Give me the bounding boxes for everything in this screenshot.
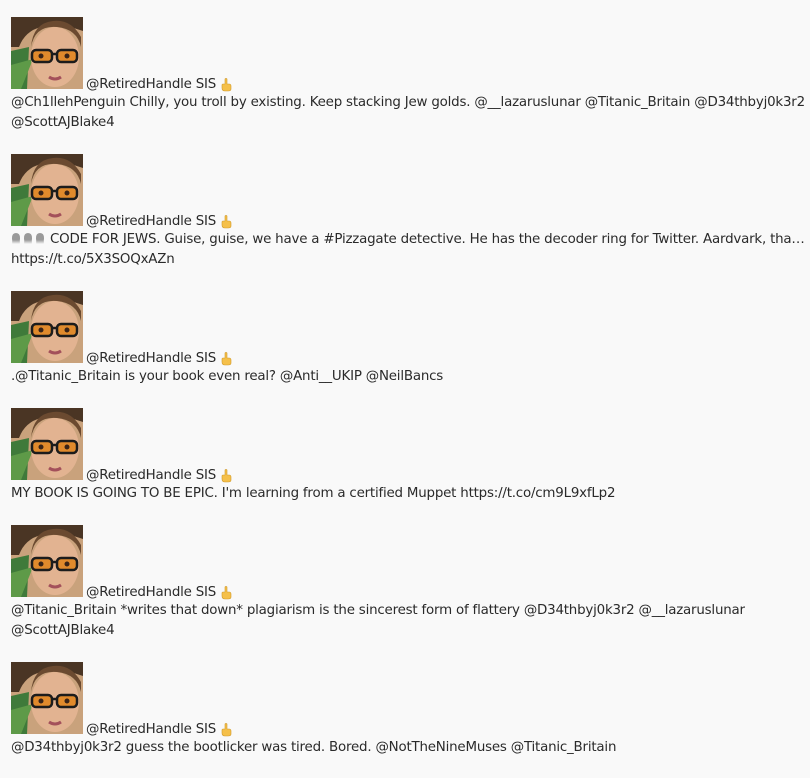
tweet-header: @RetiredHandle SIS [11, 524, 806, 600]
author-handle[interactable]: @RetiredHandle SIS [86, 351, 216, 366]
pointing-hand-icon [221, 585, 232, 599]
squid-icon [12, 233, 20, 244]
tweet-text: @D34thbyj0k3r2 guess the bootlicker was … [11, 738, 806, 758]
author-row: @RetiredHandle SIS [86, 214, 232, 229]
tweet-text: @Titanic_Britain *writes that down* plag… [11, 601, 806, 641]
avatar[interactable] [11, 17, 83, 89]
author-row: @RetiredHandle SIS [86, 351, 232, 366]
tweet-text-line: @Ch1llehPenguin Chilly, you troll by exi… [11, 95, 805, 110]
author-handle[interactable]: @RetiredHandle SIS [86, 722, 216, 737]
lead-icons [11, 233, 45, 244]
tweet-header: @RetiredHandle SIS [11, 407, 806, 483]
author-row: @RetiredHandle SIS [86, 77, 232, 92]
author-handle[interactable]: @RetiredHandle SIS [86, 77, 216, 92]
avatar[interactable] [11, 291, 83, 363]
author-handle[interactable]: @RetiredHandle SIS [86, 214, 216, 229]
tweet-item: @RetiredHandle SIS @Ch1llehPenguin Chill… [11, 16, 806, 133]
avatar[interactable] [11, 154, 83, 226]
tweet-text-line: CODE FOR JEWS. Guise, guise, we have a #… [50, 232, 805, 247]
tweet-text-line: MY BOOK IS GOING TO BE EPIC. I'm learnin… [11, 486, 616, 501]
tweet-header: @RetiredHandle SIS [11, 16, 806, 92]
tweet-text-line: @ScottAJBlake4 [11, 115, 115, 130]
tweet-text: @Ch1llehPenguin Chilly, you troll by exi… [11, 93, 806, 133]
tweet-header: @RetiredHandle SIS [11, 661, 806, 737]
author-handle[interactable]: @RetiredHandle SIS [86, 468, 216, 483]
tweet-item: @RetiredHandle SIS @Titanic_Britain *wri… [11, 524, 806, 641]
squid-icon [36, 233, 44, 244]
pointing-hand-icon [221, 351, 232, 365]
tweet-text-line: @D34thbyj0k3r2 guess the bootlicker was … [11, 740, 617, 755]
tweet-text: CODE FOR JEWS. Guise, guise, we have a #… [11, 230, 806, 270]
squid-icon [24, 233, 32, 244]
author-row: @RetiredHandle SIS [86, 722, 232, 737]
tweet-item: @RetiredHandle SIS MY BOOK IS GOING TO B… [11, 407, 806, 504]
tweet-text-line: @ScottAJBlake4 [11, 623, 115, 638]
tweet-text: .@Titanic_Britain is your book even real… [11, 367, 806, 387]
pointing-hand-icon [221, 468, 232, 482]
pointing-hand-icon [221, 722, 232, 736]
tweet-feed: @RetiredHandle SIS @Ch1llehPenguin Chill… [0, 0, 810, 778]
tweet-item: @RetiredHandle SIS CODE FOR JEWS. Guise,… [11, 153, 806, 270]
pointing-hand-icon [221, 77, 232, 91]
author-row: @RetiredHandle SIS [86, 585, 232, 600]
tweet-text-line: @Titanic_Britain *writes that down* plag… [11, 603, 745, 618]
tweet-header: @RetiredHandle SIS [11, 290, 806, 366]
pointing-hand-icon [221, 214, 232, 228]
tweet-item: @RetiredHandle SIS @D34thbyj0k3r2 guess … [11, 661, 806, 758]
tweet-text: MY BOOK IS GOING TO BE EPIC. I'm learnin… [11, 484, 806, 504]
avatar[interactable] [11, 525, 83, 597]
tweet-item: @RetiredHandle SIS .@Titanic_Britain is … [11, 290, 806, 387]
avatar[interactable] [11, 408, 83, 480]
tweet-text-line: .@Titanic_Britain is your book even real… [11, 369, 444, 384]
avatar[interactable] [11, 662, 83, 734]
tweet-header: @RetiredHandle SIS [11, 153, 806, 229]
tweet-link[interactable]: https://t.co/5X3SOQxAZn [11, 250, 806, 270]
author-handle[interactable]: @RetiredHandle SIS [86, 585, 216, 600]
author-row: @RetiredHandle SIS [86, 468, 232, 483]
